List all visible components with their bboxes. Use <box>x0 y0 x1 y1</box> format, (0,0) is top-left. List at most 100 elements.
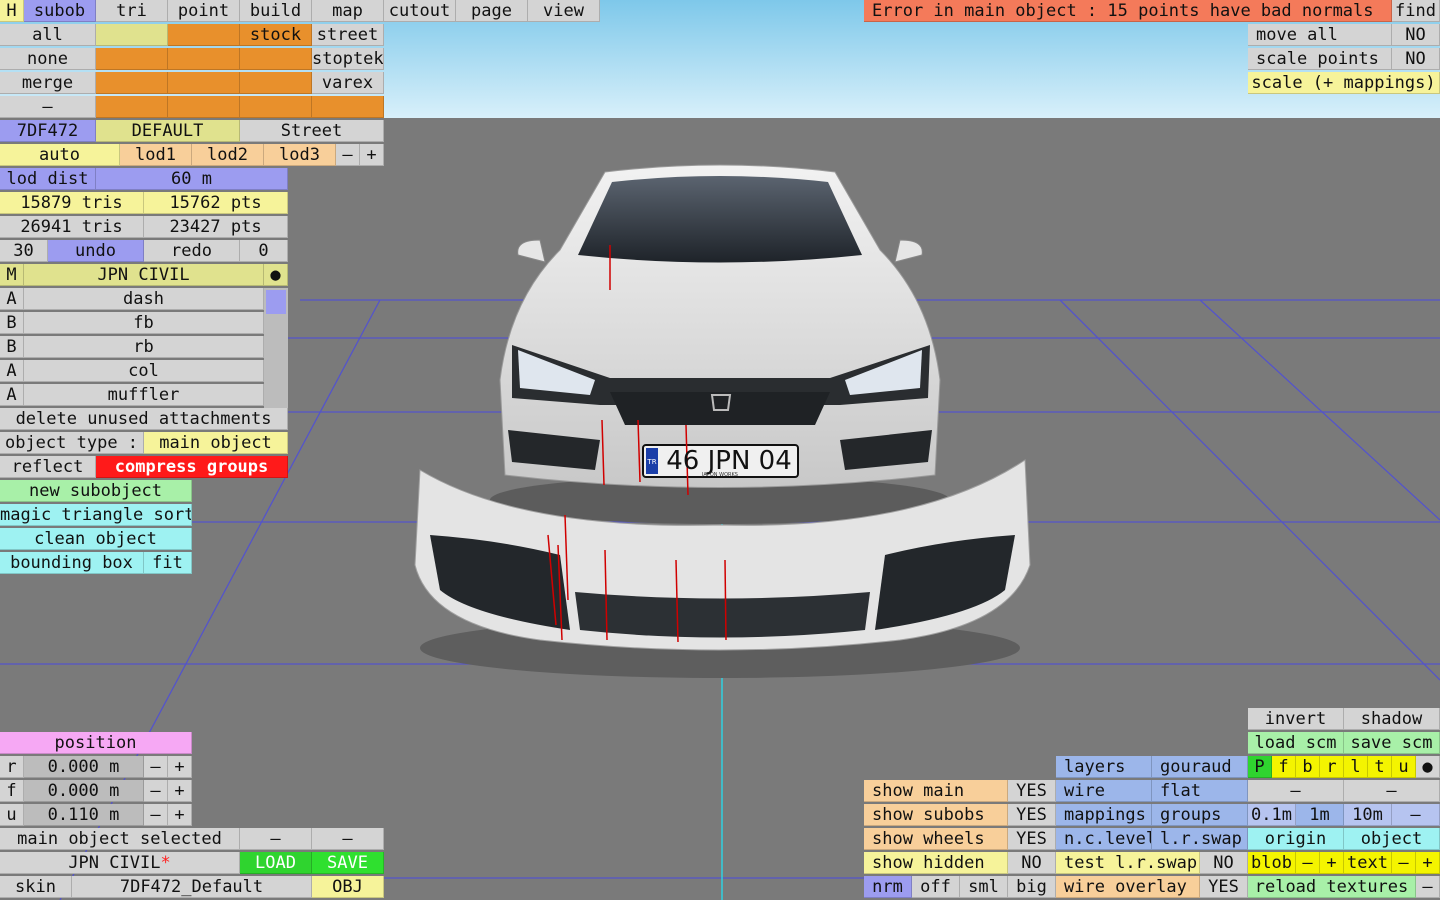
scale-mappings-button[interactable]: scale (+ mappings) <box>1248 72 1440 94</box>
lod-dist-value[interactable]: 60 m <box>96 168 288 190</box>
normal-size-big[interactable]: big <box>1008 876 1056 898</box>
step-10m[interactable]: 10m <box>1344 804 1392 826</box>
text-plus-button[interactable]: + <box>1416 852 1440 874</box>
normal-size-sml[interactable]: sml <box>960 876 1008 898</box>
show-hidden-value[interactable]: NO <box>1008 852 1056 874</box>
test-lr-swap-button[interactable]: test l.r.swap <box>1056 852 1200 874</box>
color-swatch[interactable] <box>96 48 168 70</box>
reflect-button[interactable]: reflect <box>0 456 96 478</box>
status-dash-button[interactable]: – <box>312 828 384 850</box>
object-button[interactable]: object <box>1344 828 1440 850</box>
step-minus[interactable]: – <box>1392 804 1440 826</box>
select-all-button[interactable]: all <box>0 24 96 46</box>
subobject-scroll-thumb[interactable] <box>266 290 286 314</box>
wire-overlay-button[interactable]: wire overlay <box>1056 876 1200 898</box>
subobject-item[interactable]: muffler <box>24 384 264 406</box>
bounding-box-button[interactable]: bounding box <box>0 552 144 574</box>
paint-name[interactable]: DEFAULT <box>96 120 240 142</box>
position-value-r[interactable]: 0.000 m <box>24 756 144 778</box>
menu-cutout[interactable]: cutout <box>384 0 456 22</box>
position-value-f[interactable]: 0.000 m <box>24 780 144 802</box>
normal-size-off[interactable]: off <box>912 876 960 898</box>
view-r-button[interactable]: r <box>1320 756 1344 778</box>
menu-map[interactable]: map <box>312 0 384 22</box>
blob-minus-button[interactable]: – <box>1296 852 1320 874</box>
object-type-value[interactable]: main object <box>144 432 288 454</box>
move-all-value[interactable]: NO <box>1392 24 1440 46</box>
color-swatch[interactable] <box>240 96 312 118</box>
show-main-value[interactable]: YES <box>1008 780 1056 802</box>
material-street[interactable]: street <box>312 24 384 46</box>
color-code[interactable]: 7DF472 <box>0 120 96 142</box>
show-subobs-toggle[interactable]: show subobs <box>864 804 1008 826</box>
view-b-button[interactable]: b <box>1296 756 1320 778</box>
scale-points-button[interactable]: scale points <box>1248 48 1392 70</box>
obj-export-button[interactable]: OBJ <box>312 876 384 898</box>
position-plus-u[interactable]: + <box>168 804 192 826</box>
shadow-button[interactable]: shadow <box>1344 708 1440 730</box>
undo-button[interactable]: undo <box>48 240 144 262</box>
color-swatch[interactable] <box>168 96 240 118</box>
view-t-button[interactable]: t <box>1368 756 1392 778</box>
color-swatch[interactable] <box>96 96 168 118</box>
menu-point[interactable]: point <box>168 0 240 22</box>
color-swatch[interactable] <box>96 72 168 94</box>
text-minus-button[interactable]: – <box>1392 852 1416 874</box>
lod3-button[interactable]: lod3 <box>264 144 336 166</box>
lod-plus-button[interactable]: + <box>360 144 384 166</box>
scale-points-value[interactable]: NO <box>1392 48 1440 70</box>
view-l-button[interactable]: l <box>1344 756 1368 778</box>
select-none-button[interactable]: none <box>0 48 96 70</box>
color-swatch[interactable] <box>168 72 240 94</box>
color-swatch[interactable] <box>240 72 312 94</box>
delete-unused-button[interactable]: delete unused attachments <box>0 408 288 430</box>
color-swatch[interactable] <box>96 24 168 46</box>
show-subobs-value[interactable]: YES <box>1008 804 1056 826</box>
material-stoptek[interactable]: stoptek <box>312 48 384 70</box>
position-plus-r[interactable]: + <box>168 756 192 778</box>
position-minus-u[interactable]: – <box>144 804 168 826</box>
status-dash-button[interactable]: – <box>240 828 312 850</box>
wire-overlay-value[interactable]: YES <box>1200 876 1248 898</box>
reload-minus-button[interactable]: – <box>1416 876 1440 898</box>
right-dash-button[interactable]: – <box>1248 780 1344 802</box>
view-p-button[interactable]: P <box>1248 756 1272 778</box>
lod-auto[interactable]: auto <box>0 144 120 166</box>
origin-button[interactable]: origin <box>1248 828 1344 850</box>
menu-h[interactable]: H <box>0 0 24 22</box>
show-hidden-toggle[interactable]: show hidden <box>864 852 1008 874</box>
subobject-item[interactable]: fb <box>24 312 264 334</box>
gouraud-button[interactable]: gouraud <box>1152 756 1248 778</box>
subobject-item[interactable]: rb <box>24 336 264 358</box>
save-scm-button[interactable]: save scm <box>1344 732 1440 754</box>
test-lr-swap-value[interactable]: NO <box>1200 852 1248 874</box>
position-plus-f[interactable]: + <box>168 780 192 802</box>
nc-level-button[interactable]: n.c.level <box>1056 828 1152 850</box>
blob-button[interactable]: blob <box>1248 852 1296 874</box>
groups-button[interactable]: groups <box>1152 804 1248 826</box>
object-file-name[interactable]: JPN CIVIL* <box>0 852 240 874</box>
wire-button[interactable]: wire <box>1056 780 1152 802</box>
show-wheels-toggle[interactable]: show wheels <box>864 828 1008 850</box>
move-all-button[interactable]: move all <box>1248 24 1392 46</box>
menu-view[interactable]: view <box>528 0 600 22</box>
load-scm-button[interactable]: load scm <box>1248 732 1344 754</box>
step-0-1m[interactable]: 0.1m <box>1248 804 1296 826</box>
position-minus-r[interactable]: – <box>144 756 168 778</box>
save-button[interactable]: SAVE <box>312 852 384 874</box>
invert-button[interactable]: invert <box>1248 708 1344 730</box>
color-swatch[interactable] <box>312 96 384 118</box>
redo-button[interactable]: redo <box>144 240 240 262</box>
material-varex[interactable]: varex <box>312 72 384 94</box>
menu-page[interactable]: page <box>456 0 528 22</box>
new-subobject-button[interactable]: new subobject <box>0 480 192 502</box>
clean-object-button[interactable]: clean object <box>0 528 192 550</box>
load-button[interactable]: LOAD <box>240 852 312 874</box>
subobject-item[interactable]: dash <box>24 288 264 310</box>
compress-groups-button[interactable]: compress groups <box>96 456 288 478</box>
blob-plus-button[interactable]: + <box>1320 852 1344 874</box>
menu-subob[interactable]: subob <box>24 0 96 22</box>
text-button[interactable]: text <box>1344 852 1392 874</box>
subobject-item[interactable]: col <box>24 360 264 382</box>
show-main-toggle[interactable]: show main <box>864 780 1008 802</box>
